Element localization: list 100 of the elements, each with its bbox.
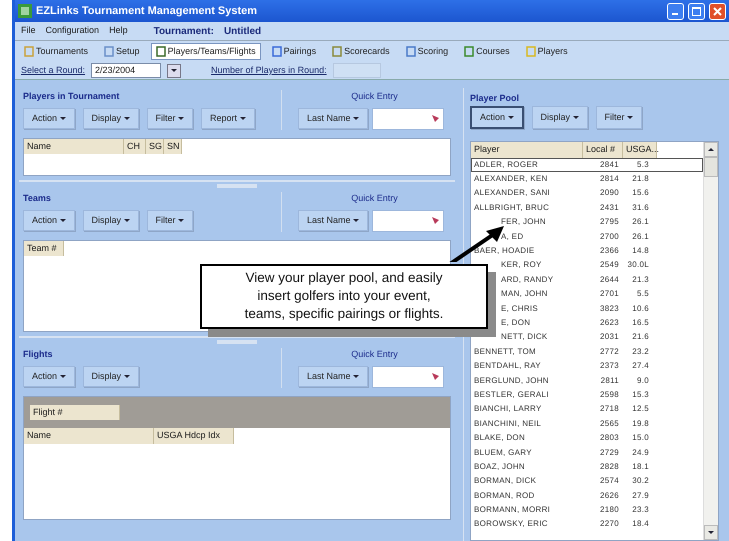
- tournament-name: Untitled: [224, 24, 262, 38]
- menu-button[interactable]: Display: [82, 366, 139, 387]
- column-header[interactable]: Team #: [24, 240, 64, 256]
- menu-button[interactable]: Last Name: [298, 366, 368, 388]
- local-number: 2841: [599, 158, 619, 171]
- handicap-index: 14.8: [631, 245, 649, 258]
- handicap-index: 9.0: [636, 374, 649, 387]
- toolbar-button[interactable]: Players: [520, 42, 573, 60]
- quick-entry-field[interactable]: [372, 210, 444, 232]
- column-header[interactable]: SG: [146, 138, 164, 154]
- column-header[interactable]: Name: [24, 428, 154, 444]
- maximize-button[interactable]: [688, 2, 705, 20]
- menu-button[interactable]: Report: [201, 108, 255, 129]
- caret-icon: [124, 374, 130, 378]
- player-name: A, ED: [500, 230, 524, 243]
- caret-icon: [240, 116, 246, 120]
- player-name: BIANCHINI, NEIL: [473, 418, 542, 430]
- section-title: Player Pool: [470, 92, 520, 105]
- menu-button[interactable]: Action: [23, 366, 75, 387]
- caret-icon: [124, 116, 130, 120]
- caret-icon: [124, 218, 130, 222]
- caret-icon: [60, 116, 66, 120]
- quick-entry-field[interactable]: [372, 366, 444, 388]
- column-header[interactable]: CH: [124, 138, 146, 154]
- player-name: BLUEM, GARY: [473, 446, 533, 458]
- column-header[interactable]: SN: [164, 138, 182, 154]
- scrollbar[interactable]: [703, 142, 718, 540]
- local-number: 2729: [599, 446, 619, 458]
- local-number: 2565: [599, 418, 619, 430]
- handicap-index: 26.1: [631, 216, 649, 228]
- caret-icon: [508, 116, 514, 119]
- column-header[interactable]: USGA Hdcp Idx: [154, 428, 234, 444]
- menu-button[interactable]: Display: [532, 106, 588, 129]
- menu-item[interactable]: Help: [109, 24, 128, 38]
- selected-row[interactable]: ADLER, ROGER 2841 5.3: [471, 158, 703, 172]
- toolbar-button[interactable]: Courses: [459, 42, 515, 60]
- local-number: 2772: [599, 346, 619, 358]
- quick-entry-label: Quick Entry: [350, 348, 399, 361]
- quick-entry-field[interactable]: [372, 108, 444, 130]
- caret-icon: [353, 218, 360, 222]
- handicap-index: 21.8: [631, 173, 649, 186]
- round-label: Select a Round:: [21, 64, 86, 77]
- minimize-button[interactable]: [667, 2, 684, 20]
- dropdown-button[interactable]: [167, 64, 182, 78]
- menu-item[interactable]: Configuration: [46, 24, 100, 38]
- handicap-index: 15.0: [631, 432, 649, 444]
- menu-button[interactable]: Filter: [596, 106, 642, 129]
- menu-button[interactable]: Action: [470, 106, 524, 129]
- player-name: E, DON: [500, 316, 532, 329]
- local-number: 2828: [599, 460, 619, 473]
- player-name: BOROWSKY, ERIC: [473, 518, 549, 530]
- toolbar-button[interactable]: Scorecards: [327, 42, 395, 60]
- toolbar-button[interactable]: Players/Teams/Flights: [150, 42, 261, 60]
- tool-icon: [24, 46, 34, 57]
- menu-button[interactable]: Last Name: [298, 210, 368, 232]
- scroll-down-icon: [708, 531, 714, 534]
- menu-button[interactable]: Action: [23, 108, 75, 129]
- menu-button[interactable]: Filter: [146, 108, 194, 129]
- toolbar-button[interactable]: Pairings: [266, 42, 322, 60]
- menu-button[interactable]: Display: [82, 210, 139, 231]
- toolbar-button[interactable]: Tournaments: [19, 42, 94, 60]
- menu-button[interactable]: Filter: [146, 210, 194, 231]
- player-name: ALLBRIGHT, BRUC: [473, 202, 550, 214]
- handicap-index: 5.3: [636, 158, 649, 171]
- player-name: BORMAN, ROD: [473, 490, 536, 502]
- maximize-icon: [692, 6, 701, 16]
- menu-item[interactable]: File: [21, 24, 36, 38]
- caret-icon: [572, 116, 579, 119]
- column-header[interactable]: Player: [471, 142, 583, 158]
- column-header[interactable]: Name: [24, 138, 124, 154]
- splitter-handle[interactable]: [217, 340, 257, 344]
- local-number: 2644: [599, 274, 619, 286]
- caret-icon: [60, 218, 66, 222]
- caret-icon: [178, 218, 184, 222]
- handicap-index: 16.5: [631, 316, 649, 329]
- menu-button[interactable]: Display: [82, 108, 139, 129]
- player-name: E, CHRIS: [500, 302, 540, 315]
- handicap-index: 12.5: [631, 403, 649, 416]
- player-name: BLAKE, DON: [473, 432, 526, 444]
- toolbar-button[interactable]: Scoring: [400, 42, 454, 60]
- column-header[interactable]: USGA...: [623, 142, 657, 158]
- group-header: Flight #: [30, 404, 120, 420]
- handicap-index: 15.6: [631, 187, 649, 200]
- player-name: KER, ROY: [500, 259, 543, 272]
- caret-icon: [627, 116, 634, 119]
- section-title: Teams: [23, 192, 52, 205]
- toolbar-button[interactable]: Setup: [99, 42, 145, 60]
- close-button[interactable]: [709, 2, 726, 20]
- local-number: 2270: [599, 518, 619, 530]
- section-title: Flights: [23, 348, 54, 361]
- menu-button[interactable]: Action: [23, 210, 75, 231]
- handicap-index: 27.9: [631, 490, 649, 502]
- handicap-index: 30.0L: [626, 259, 649, 272]
- tool-icon: [406, 46, 416, 57]
- local-number: 2811: [600, 374, 619, 387]
- column-header[interactable]: Local #: [583, 142, 623, 158]
- scroll-thumb[interactable]: [704, 157, 718, 177]
- splitter-handle[interactable]: [217, 184, 257, 188]
- date-field[interactable]: 2/23/2004: [91, 63, 162, 78]
- menu-button[interactable]: Last Name: [298, 108, 368, 130]
